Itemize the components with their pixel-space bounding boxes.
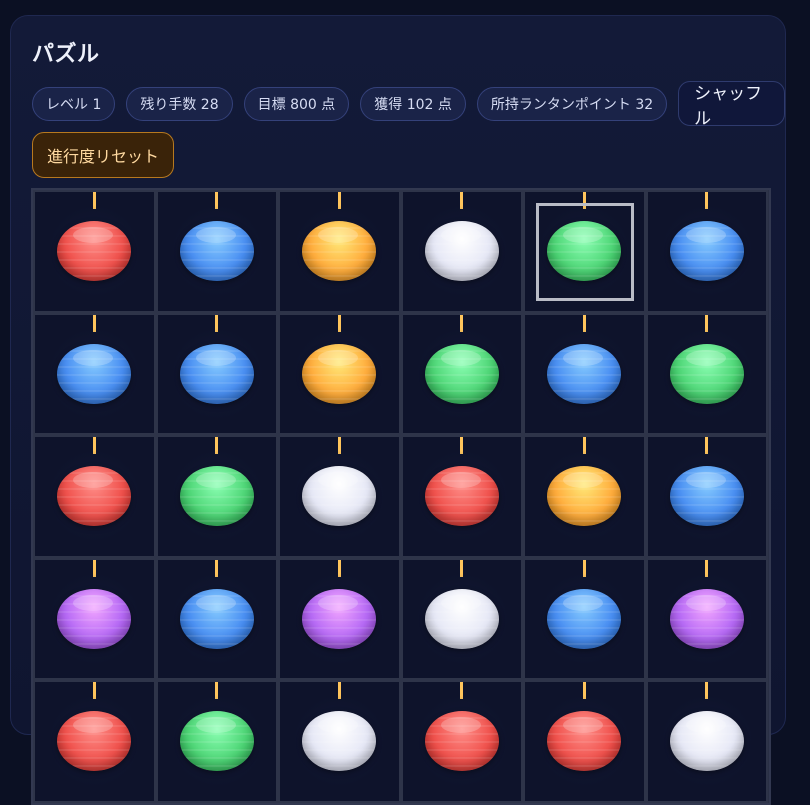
shuffle-button[interactable]: シャッフル: [678, 81, 785, 129]
board-cell[interactable]: [155, 557, 278, 680]
board-cell[interactable]: [155, 435, 278, 558]
board-cell[interactable]: [33, 557, 156, 680]
board-cell[interactable]: [645, 557, 768, 680]
board-cell[interactable]: [400, 190, 523, 313]
board-cell[interactable]: [278, 680, 401, 803]
lantern-points-badge: 所持ランタンポイント 32: [476, 86, 668, 121]
board-cell[interactable]: [155, 190, 278, 313]
blue-lantern-icon[interactable]: [179, 221, 254, 282]
board-cell[interactable]: [523, 435, 646, 558]
board-cell[interactable]: [645, 435, 768, 558]
red-lantern-icon[interactable]: [424, 466, 499, 527]
blue-lantern-icon[interactable]: [669, 466, 744, 527]
moves-left-badge: 残り手数 28: [126, 86, 233, 121]
board-cell[interactable]: [278, 190, 401, 313]
green-lantern-icon[interactable]: [424, 343, 499, 404]
red-lantern-icon[interactable]: [424, 711, 499, 772]
board-cell[interactable]: [400, 680, 523, 803]
board-cell[interactable]: [278, 312, 401, 435]
purple-lantern-icon[interactable]: [302, 588, 377, 649]
board-cell[interactable]: [523, 312, 646, 435]
board-cell[interactable]: [523, 557, 646, 680]
board-cell[interactable]: [645, 312, 768, 435]
board-cell[interactable]: [400, 312, 523, 435]
board-cell[interactable]: [278, 557, 401, 680]
board-cell[interactable]: [523, 680, 646, 803]
board-cell[interactable]: [645, 190, 768, 313]
target-score-badge: 目標 800 点: [243, 86, 350, 121]
board-cell[interactable]: [33, 312, 156, 435]
stats-bar: レベル 1 残り手数 28 目標 800 点 獲得 102 点 所持ランタンポイ…: [32, 81, 785, 129]
earned-score-badge: 獲得 102 点: [360, 86, 466, 121]
puzzle-panel: パズル レベル 1 残り手数 28 目標 800 点 獲得 102 点 所持ラン…: [10, 15, 786, 805]
blue-lantern-icon[interactable]: [57, 343, 132, 404]
purple-lantern-icon[interactable]: [669, 588, 744, 649]
blue-lantern-icon[interactable]: [669, 221, 744, 282]
board-cell[interactable]: [523, 190, 646, 313]
purple-lantern-icon[interactable]: [57, 588, 132, 649]
board-cell[interactable]: [155, 680, 278, 803]
blue-lantern-icon[interactable]: [179, 343, 254, 404]
board-cell[interactable]: [33, 435, 156, 558]
board-cell[interactable]: [33, 680, 156, 803]
white-lantern-icon[interactable]: [424, 588, 499, 649]
board-cell[interactable]: [155, 312, 278, 435]
puzzle-board: [31, 188, 771, 805]
blue-lantern-icon[interactable]: [547, 343, 622, 404]
green-lantern-icon[interactable]: [179, 466, 254, 527]
board-cell[interactable]: [645, 680, 768, 803]
page-title: パズル: [32, 42, 100, 67]
green-lantern-icon[interactable]: [669, 343, 744, 404]
level-badge: レベル 1: [32, 86, 116, 121]
board-cell[interactable]: [400, 435, 523, 558]
blue-lantern-icon[interactable]: [547, 588, 622, 649]
blue-lantern-icon[interactable]: [179, 588, 254, 649]
board-cell[interactable]: [400, 557, 523, 680]
white-lantern-icon[interactable]: [424, 221, 499, 282]
white-lantern-icon[interactable]: [669, 711, 744, 772]
board-cell[interactable]: [33, 190, 156, 313]
reset-progress-button[interactable]: 進行度リセット: [32, 132, 175, 178]
green-lantern-icon[interactable]: [179, 711, 254, 772]
orange-lantern-icon[interactable]: [302, 343, 377, 404]
selection-frame: [536, 203, 635, 302]
board-cell[interactable]: [278, 435, 401, 558]
